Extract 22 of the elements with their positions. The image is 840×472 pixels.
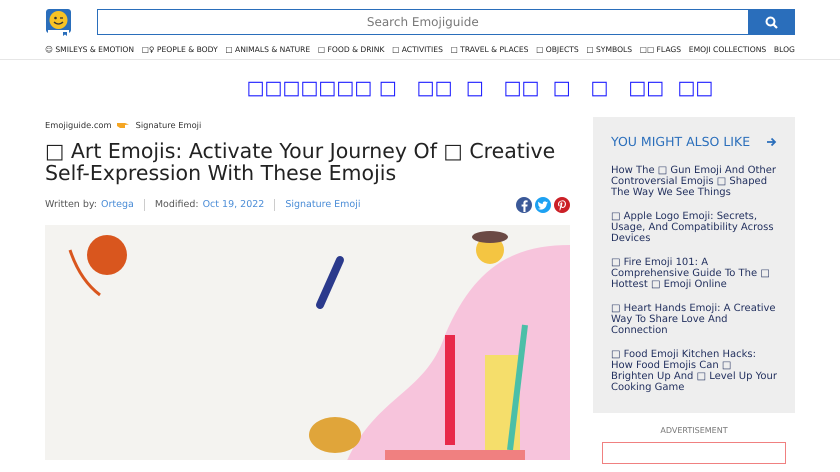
breadcrumb-link[interactable]: Signature Emoji	[136, 118, 202, 132]
sidebar-heading: YOU MIGHT ALSO LIKE	[611, 132, 750, 151]
related-article-link[interactable]: □ Apple Logo Emoji: Secrets, Usage, And Compatibility Across Devices	[611, 210, 777, 244]
pointing-hand-icon	[116, 121, 130, 130]
search-button[interactable]	[748, 9, 795, 35]
twitter-share-icon[interactable]	[535, 197, 551, 214]
facebook-share-icon[interactable]	[516, 197, 532, 214]
meta-label: Written by:	[45, 198, 98, 212]
article-title: □ Art Emojis: Activate Your Journey Of □ Creative Self-Expression With These Emojis	[45, 141, 556, 186]
related-article-link[interactable]: How The □ Gun Emoji And Other Controversial Emojis □ Shaped The Way We See Things	[611, 164, 777, 198]
related-article-link[interactable]: □ Fire Emoji 101: A Comprehensive Guide To The □ Hottest □ Emoji Online	[611, 256, 777, 290]
pinterest-share-icon[interactable]	[554, 197, 570, 214]
related-article-link[interactable]: □ Heart Hands Emoji: A Creative Way To Share Love And Connection	[611, 302, 777, 336]
arrow-right-icon	[766, 137, 777, 148]
breadcrumb-link[interactable]: Emojiguide.com	[45, 118, 112, 132]
meta-label: Modified:	[154, 198, 199, 212]
search-field[interactable]: Search Emojiguide	[97, 9, 748, 35]
promo-text: □□□□□□□ □ □□ □ □□ □ □ □□ □□	[246, 76, 714, 102]
search-icon	[764, 16, 778, 28]
advertisement-label: ADVERTISEMENT	[659, 424, 729, 437]
related-article-link[interactable]: □ Food Emoji Kitchen Hacks: How Food Emojis Can □ Brighten Up And □ Level Up Your Cooking Game	[611, 348, 777, 393]
logo-icon	[45, 8, 72, 36]
